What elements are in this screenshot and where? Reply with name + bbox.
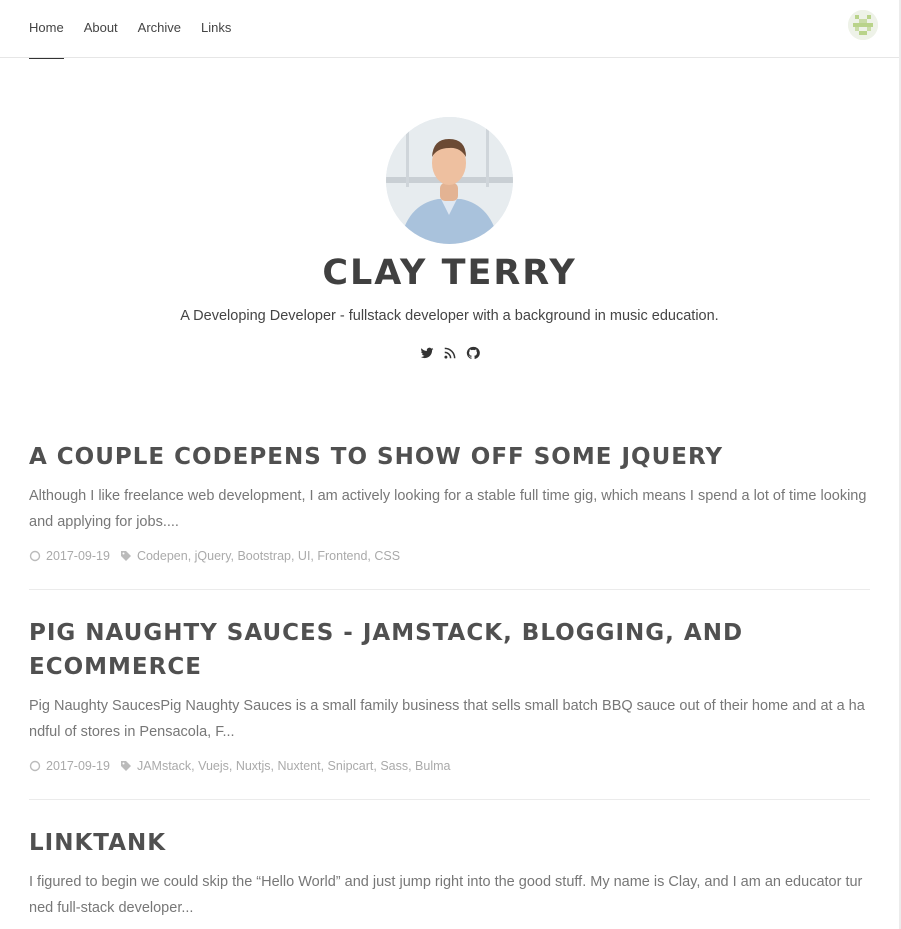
- post-tags[interactable]: Codepen, jQuery, Bootstrap, UI, Frontend…: [137, 549, 400, 563]
- nav-links: Home About Archive Links: [29, 0, 231, 59]
- top-navigation: Home About Archive Links: [0, 0, 899, 59]
- post-tags[interactable]: JAMstack, Vuejs, Nuxtjs, Nuxtent, Snipca…: [137, 759, 451, 773]
- tag-icon: [120, 761, 131, 771]
- post-list: A COUPLE CODEPENS TO SHOW OFF SOME JQUER…: [29, 440, 870, 929]
- post-meta: 2017-09-19 Codepen, jQuery, Bootstrap, U…: [29, 549, 870, 563]
- user-identicon-icon[interactable]: [848, 10, 878, 40]
- profile-hero: CLAY TERRY A Developing Developer - full…: [0, 117, 899, 360]
- post-title[interactable]: LINKTANK: [29, 826, 870, 860]
- tag-icon: [120, 551, 131, 561]
- github-icon[interactable]: [466, 346, 480, 360]
- nav-about[interactable]: About: [84, 0, 118, 58]
- post-meta: 2017-09-19 JAMstack, Vuejs, Nuxtjs, Nuxt…: [29, 759, 870, 773]
- nav-links[interactable]: Links: [201, 0, 231, 58]
- social-links: [0, 346, 899, 360]
- post-item: PIG NAUGHTY SAUCES - JAMSTACK, BLOGGING,…: [29, 616, 870, 800]
- post-date: 2017-09-19: [46, 549, 110, 563]
- rss-icon[interactable]: [443, 346, 457, 360]
- post-item: A COUPLE CODEPENS TO SHOW OFF SOME JQUER…: [29, 440, 870, 590]
- post-date: 2017-09-19: [46, 759, 110, 773]
- post-excerpt: I figured to begin we could skip the “He…: [29, 874, 863, 916]
- twitter-icon[interactable]: [420, 346, 434, 360]
- profile-bio: A Developing Developer - fullstack devel…: [180, 308, 719, 324]
- post-excerpt: Although I like freelance web developmen…: [29, 488, 867, 530]
- nav-archive[interactable]: Archive: [138, 0, 181, 58]
- nav-home[interactable]: Home: [29, 0, 64, 59]
- post-title[interactable]: PIG NAUGHTY SAUCES - JAMSTACK, BLOGGING,…: [29, 616, 870, 684]
- post-item: LINKTANK I figured to begin we could ski…: [29, 826, 870, 929]
- clock-icon: [29, 550, 41, 562]
- post-title[interactable]: A COUPLE CODEPENS TO SHOW OFF SOME JQUER…: [29, 440, 870, 474]
- profile-photo: [386, 117, 513, 244]
- profile-name: CLAY TERRY: [322, 253, 577, 293]
- clock-icon: [29, 760, 41, 772]
- post-excerpt: Pig Naughty SaucesPig Naughty Sauces is …: [29, 698, 865, 740]
